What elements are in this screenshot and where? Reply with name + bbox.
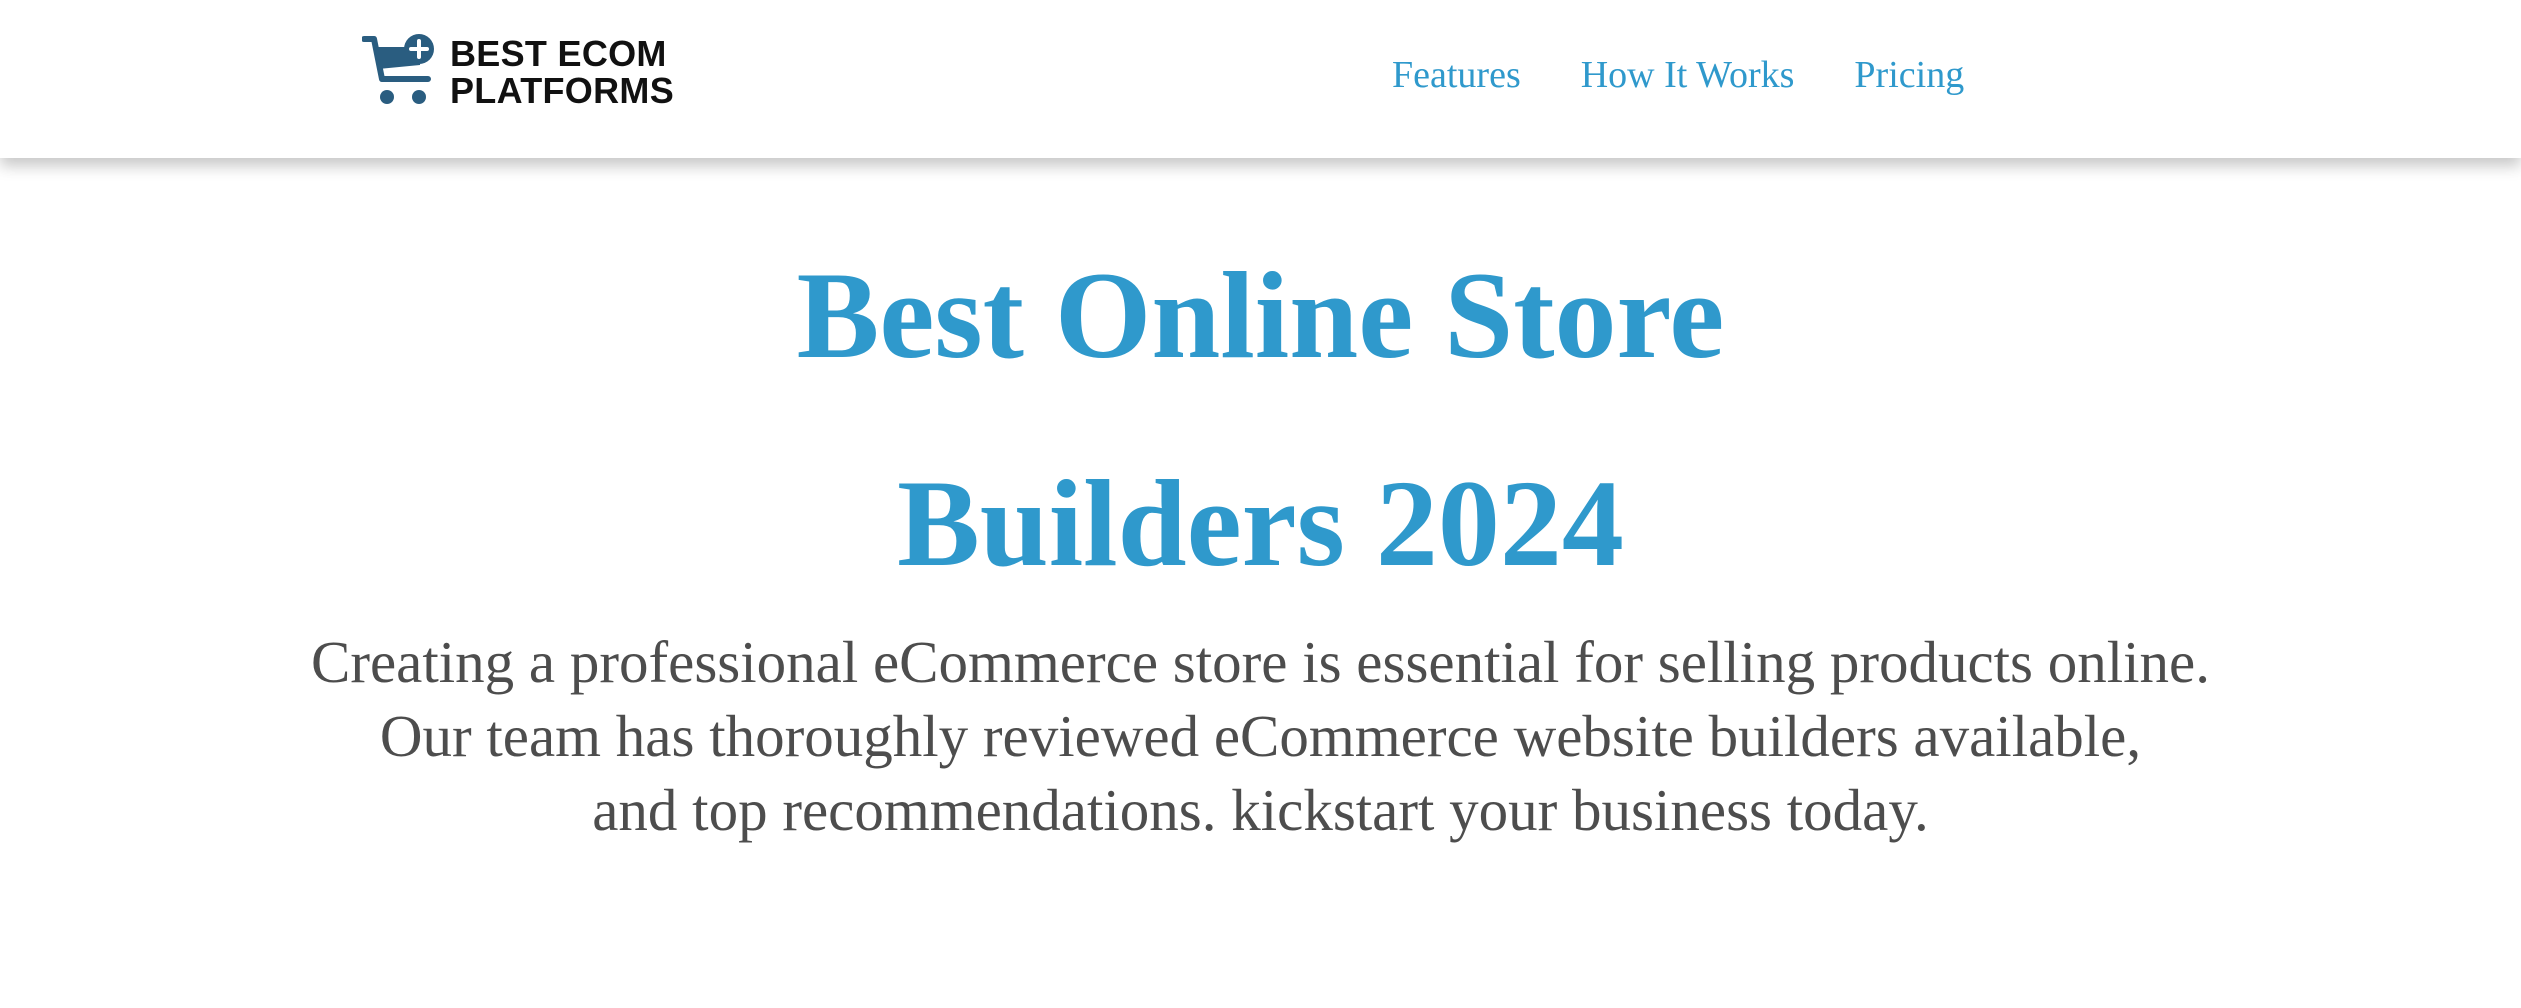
hero-title-line2: Builders 2024 [897,455,1624,592]
logo[interactable]: BEST ECOM PLATFORMS [361,30,674,114]
site-header: BEST ECOM PLATFORMS Features How It Work… [0,0,2521,158]
shopping-cart-plus-icon [361,31,444,113]
logo-line1: BEST ECOM [450,33,667,74]
main-nav: Features How It Works Pricing [1392,48,1964,102]
hero-title: Best Online Store Builders 2024 [0,212,2521,628]
hero-subtitle: Creating a professional eCommerce store … [0,625,2521,847]
nav-features-link[interactable]: Features [1392,48,1521,102]
hero-subtitle-line: Creating a professional eCommerce store … [311,629,2210,695]
nav-pricing-link[interactable]: Pricing [1854,48,1964,102]
hero-subtitle-line: and top recommendations. kickstart your … [592,777,1929,843]
hero-subtitle-line: Our team has thoroughly reviewed eCommer… [379,703,2142,769]
hero-title-line1: Best Online Store [796,247,1725,384]
logo-line2: PLATFORMS [450,70,675,111]
nav-how-it-works-link[interactable]: How It Works [1581,48,1795,102]
logo-text: BEST ECOM PLATFORMS [450,35,674,109]
